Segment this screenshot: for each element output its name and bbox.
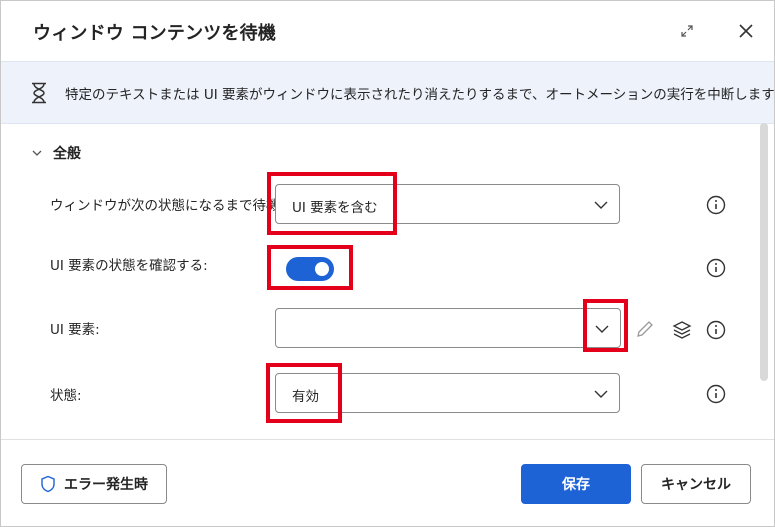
title-bar: ウィンドウ コンテンツを待機 xyxy=(1,1,774,61)
wait-window-content-dialog: ウィンドウ コンテンツを待機 特定のテキストまたは UI 要素がウィンドウに表示… xyxy=(0,0,775,527)
highlight-box xyxy=(266,363,342,423)
check-state-label: UI 要素の状態を確認する: xyxy=(50,258,208,274)
ui-element-label: UI 要素: xyxy=(50,322,100,338)
info-icon[interactable] xyxy=(706,384,726,404)
dialog-footer: エラー発生時 保存 キャンセル xyxy=(1,439,774,526)
info-icon[interactable] xyxy=(706,195,726,215)
banner-text: 特定のテキストまたは UI 要素がウィンドウに表示されたり消えたりするまで、オー… xyxy=(65,83,775,103)
on-error-button[interactable]: エラー発生時 xyxy=(21,464,167,504)
chevron-down-icon xyxy=(594,201,608,209)
info-icon[interactable] xyxy=(706,258,726,278)
close-icon xyxy=(739,24,753,38)
settings-panel: 全般 ウィンドウが次の状態になるまで待機: UI 要素を含む UI 要素の状態を… xyxy=(1,123,774,439)
save-button[interactable]: 保存 xyxy=(521,464,631,504)
shield-icon xyxy=(41,475,55,493)
state-label: 状態: xyxy=(50,388,82,404)
highlight-box xyxy=(583,299,628,352)
highlight-box xyxy=(267,245,353,290)
ui-element-dropdown[interactable] xyxy=(275,308,621,348)
chevron-down-icon xyxy=(32,150,42,156)
pencil-icon[interactable] xyxy=(634,318,656,340)
expand-icon xyxy=(681,25,693,37)
section-general-toggle[interactable]: 全般 xyxy=(31,143,81,163)
info-banner: 特定のテキストまたは UI 要素がウィンドウに表示されたり消えたりするまで、オー… xyxy=(1,61,774,124)
expand-button[interactable] xyxy=(673,17,701,45)
info-icon[interactable] xyxy=(706,320,726,340)
chevron-down-icon xyxy=(594,390,608,398)
highlight-box xyxy=(267,172,397,235)
hourglass-icon xyxy=(32,82,46,104)
layers-icon[interactable] xyxy=(671,319,693,341)
banner-description: 特定のテキストまたは UI 要素がウィンドウに表示されたり消えたりするまで、オー… xyxy=(65,87,775,103)
on-error-label: エラー発生時 xyxy=(64,477,148,493)
close-button[interactable] xyxy=(732,17,760,45)
cancel-button[interactable]: キャンセル xyxy=(641,464,751,504)
scrollbar[interactable] xyxy=(760,123,768,381)
dialog-title: ウィンドウ コンテンツを待機 xyxy=(33,23,277,44)
wait-state-label: ウィンドウが次の状態になるまで待機: xyxy=(50,198,285,214)
section-title: 全般 xyxy=(53,146,81,162)
